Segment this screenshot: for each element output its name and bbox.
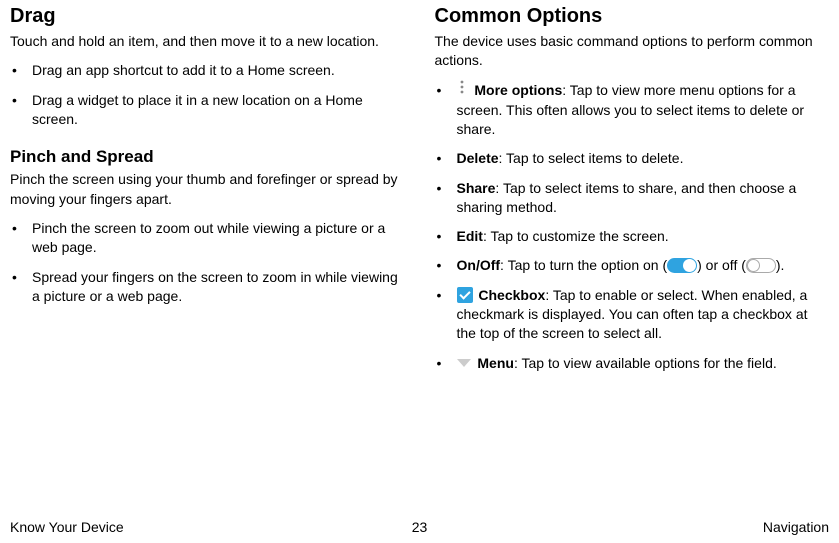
footer-right: Navigation xyxy=(763,519,829,535)
option-edit: Edit: Tap to customize the screen. xyxy=(435,227,830,246)
common-options-intro: The device uses basic command options to… xyxy=(435,32,830,71)
pinch-intro: Pinch the screen using your thumb and fo… xyxy=(10,170,405,209)
option-menu: Menu: Tap to view available options for … xyxy=(435,354,830,373)
list-item: Drag a widget to place it in a new locat… xyxy=(10,91,405,130)
common-options-heading: Common Options xyxy=(435,5,830,28)
toggle-on-icon xyxy=(667,258,697,273)
share-desc: : Tap to select items to share, and then… xyxy=(457,180,797,215)
onoff-desc-a: : Tap to turn the option on ( xyxy=(500,257,667,273)
option-onoff: On/Off: Tap to turn the option on ( ) or … xyxy=(435,256,830,275)
checkbox-icon xyxy=(457,287,473,303)
pinch-list: Pinch the screen to zoom out while viewi… xyxy=(10,219,405,306)
edit-label: Edit xyxy=(457,228,483,244)
more-options-label: More options xyxy=(474,82,562,98)
option-delete: Delete: Tap to select items to delete. xyxy=(435,149,830,168)
chevron-down-icon xyxy=(457,359,471,367)
delete-desc: : Tap to select items to delete. xyxy=(499,150,684,166)
option-more: More options: Tap to view more menu opti… xyxy=(435,81,830,140)
option-share: Share: Tap to select items to share, and… xyxy=(435,179,830,218)
onoff-label: On/Off xyxy=(457,257,501,273)
page-number: 23 xyxy=(412,519,428,535)
common-options-list: More options: Tap to view more menu opti… xyxy=(435,81,830,373)
page-footer: Know Your Device 23 Navigation xyxy=(10,519,829,535)
more-options-icon xyxy=(457,80,471,99)
drag-heading: Drag xyxy=(10,5,405,28)
checkbox-label: Checkbox xyxy=(478,287,545,303)
delete-label: Delete xyxy=(457,150,499,166)
menu-desc: : Tap to view available options for the … xyxy=(514,355,777,371)
right-column: Common Options The device uses basic com… xyxy=(435,5,830,500)
list-item: Pinch the screen to zoom out while viewi… xyxy=(10,219,405,258)
onoff-desc-c: ). xyxy=(776,257,785,273)
footer-left: Know Your Device xyxy=(10,519,124,535)
drag-list: Drag an app shortcut to add it to a Home… xyxy=(10,61,405,129)
toggle-off-icon xyxy=(746,258,776,273)
pinch-heading: Pinch and Spread xyxy=(10,147,405,167)
edit-desc: : Tap to customize the screen. xyxy=(483,228,669,244)
onoff-desc-b: ) or off ( xyxy=(697,257,746,273)
list-item: Spread your fingers on the screen to zoo… xyxy=(10,268,405,307)
list-item: Drag an app shortcut to add it to a Home… xyxy=(10,61,405,80)
drag-intro: Touch and hold an item, and then move it… xyxy=(10,32,405,51)
option-checkbox: Checkbox: Tap to enable or select. When … xyxy=(435,286,830,344)
menu-label: Menu xyxy=(477,355,514,371)
left-column: Drag Touch and hold an item, and then mo… xyxy=(10,5,405,500)
share-label: Share xyxy=(457,180,496,196)
